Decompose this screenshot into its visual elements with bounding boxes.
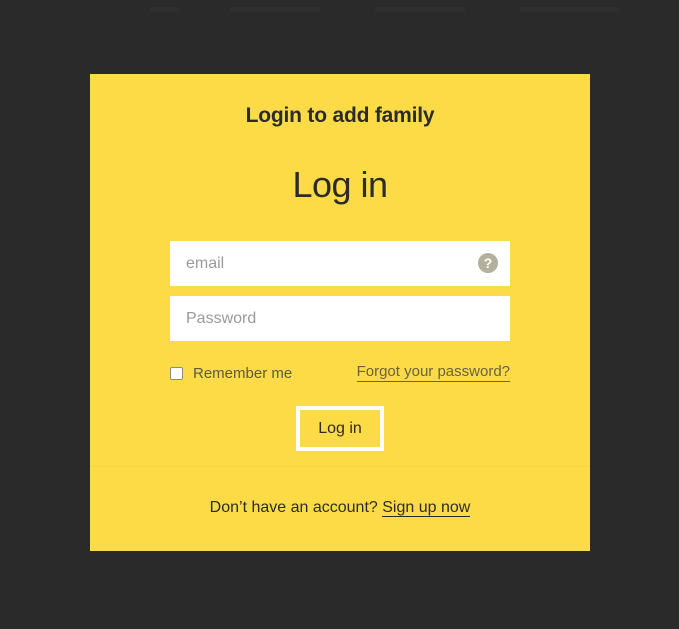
signup-row: Don’t have an account? Sign up now: [90, 499, 590, 517]
divider: [90, 466, 590, 467]
signup-link[interactable]: Sign up now: [382, 499, 471, 517]
remember-me-checkbox[interactable]: [170, 366, 183, 380]
login-button[interactable]: Log in: [296, 406, 384, 451]
email-input[interactable]: [170, 241, 510, 286]
remember-me: Remember me: [170, 363, 292, 383]
login-modal: Login to add family Log in ? Remember me…: [90, 74, 590, 551]
forgot-password-link[interactable]: Forgot your password?: [356, 363, 510, 382]
modal-title: Log in: [292, 164, 388, 205]
background-nav: [0, 4, 679, 20]
remember-me-label[interactable]: Remember me: [193, 365, 292, 382]
password-input[interactable]: [170, 296, 510, 341]
password-field-container: [170, 296, 510, 341]
background-nav-item: [150, 7, 180, 12]
background-nav-item: [230, 7, 320, 12]
background-nav-item: [375, 7, 465, 12]
background-nav-item: [520, 7, 620, 12]
signup-prompt: Don’t have an account?: [209, 499, 378, 516]
question-circle-icon[interactable]: ?: [478, 253, 498, 273]
modal-heading: Login to add family: [245, 104, 435, 127]
email-field-container: ?: [170, 241, 510, 286]
